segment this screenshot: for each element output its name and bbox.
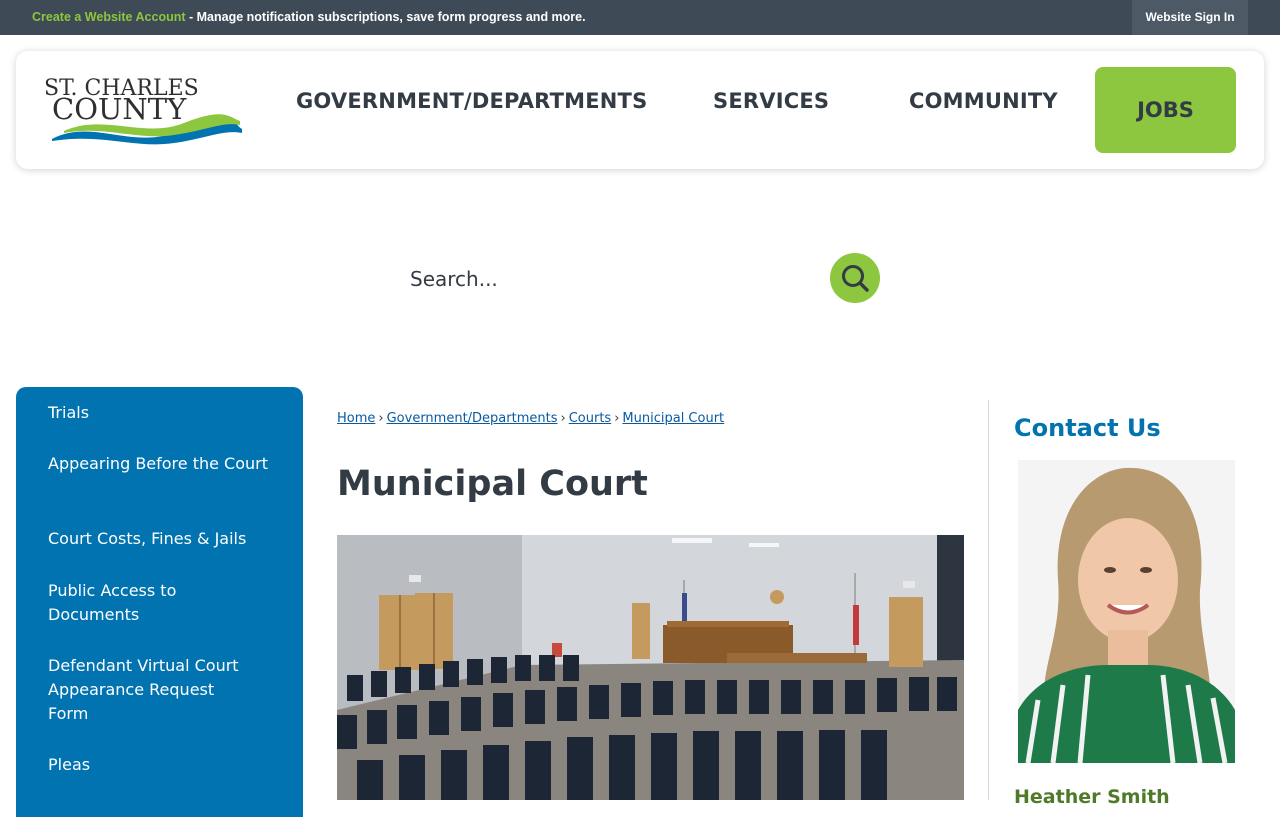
account-message: Create a Website Account - Manage notifi… (32, 0, 586, 35)
courtroom-photo (337, 535, 964, 800)
logo-line2: COUNTY (52, 92, 187, 126)
sidebar-item-appearing-before-court[interactable]: Appearing Before the Court (48, 452, 268, 476)
breadcrumb-separator: › (378, 411, 384, 426)
breadcrumb-government[interactable]: Government/Departments (387, 411, 558, 426)
breadcrumb: Home › Government/Departments › Courts › Munic… (337, 411, 724, 426)
breadcrumb-courts[interactable]: Courts (569, 411, 612, 426)
page-title: Municipal Court (337, 464, 648, 504)
nav-government-departments[interactable]: GOVERNMENT/DEPARTMENTS (296, 89, 647, 113)
nav-community[interactable]: COMMUNITY (909, 89, 1058, 113)
top-utility-bar: Create a Website Account - Manage notifi… (0, 0, 1280, 35)
create-account-link[interactable]: Create a Website Account (32, 10, 186, 24)
site-header: ST. CHARLES COUNTY GOVERNMENT/DEPARTMENT… (16, 51, 1264, 169)
contact-name[interactable]: Heather Smith (1014, 786, 1170, 808)
search-icon (842, 265, 869, 292)
breadcrumb-home[interactable]: Home (337, 411, 375, 426)
sidebar-item-trials[interactable]: Trials (48, 401, 268, 425)
website-sign-in-button[interactable]: Website Sign In (1132, 0, 1248, 35)
sidebar-item-pleas[interactable]: Pleas (48, 753, 268, 777)
breadcrumb-municipal-court[interactable]: Municipal Court (622, 411, 724, 426)
nav-jobs[interactable]: JOBS (1095, 67, 1236, 153)
search-button[interactable] (830, 253, 880, 303)
sidebar-item-court-costs[interactable]: Court Costs, Fines & Jails (48, 527, 288, 551)
sidebar-item-public-access[interactable]: Public Access to Documents (48, 579, 268, 627)
breadcrumb-separator: › (614, 411, 620, 426)
column-divider (988, 400, 989, 800)
contact-portrait-photo (1018, 460, 1235, 763)
search-input[interactable] (400, 258, 820, 300)
breadcrumb-separator: › (560, 411, 566, 426)
nav-services[interactable]: SERVICES (713, 89, 829, 113)
contact-us-heading: Contact Us (1014, 414, 1161, 442)
sidebar-navigation: Trials Appearing Before the Court Court … (16, 387, 303, 817)
st-charles-county-logo[interactable]: ST. CHARLES COUNTY (44, 73, 244, 149)
sidebar-item-virtual-appearance-form[interactable]: Defendant Virtual Court Appearance Reque… (48, 654, 248, 726)
create-account-description: - Manage notification subscriptions, sav… (185, 10, 586, 24)
